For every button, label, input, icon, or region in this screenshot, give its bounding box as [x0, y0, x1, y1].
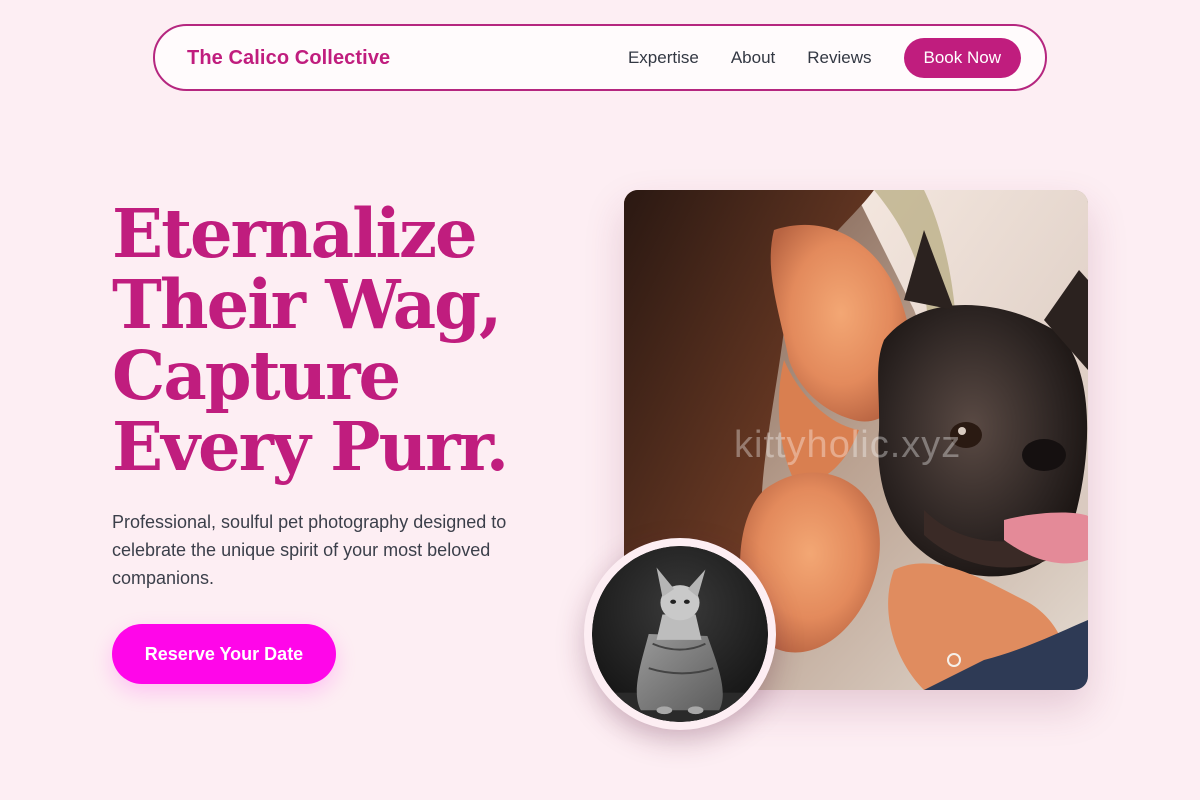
hero-headline: Eternalize Their Wag, Capture Every Purr…	[112, 198, 582, 482]
brand-logo-link[interactable]: The Calico Collective	[187, 47, 390, 70]
inset-photo-sphynx-cat	[584, 538, 776, 730]
hero-subtext: Professional, soulful pet photography de…	[112, 512, 507, 588]
sphynx-cat-illustration	[592, 546, 768, 722]
top-navbar: The Calico Collective Expertise About Re…	[153, 24, 1047, 91]
headline-line: Eternalize	[112, 194, 478, 273]
reserve-date-button[interactable]: Reserve Your Date	[112, 624, 336, 684]
nav-link-about[interactable]: About	[731, 48, 775, 68]
photo-watermark: kittyholic.xyz	[734, 424, 962, 466]
headline-line: Capture	[112, 336, 401, 415]
headline-line: Their Wag,	[112, 265, 502, 344]
nav-links: Expertise About Reviews Book Now	[628, 38, 1021, 78]
inset-photo-frame	[592, 546, 768, 722]
headline-line: Every Purr.	[112, 407, 509, 486]
nav-link-reviews[interactable]: Reviews	[807, 48, 871, 68]
book-now-button[interactable]: Book Now	[903, 38, 1021, 78]
nav-link-expertise[interactable]: Expertise	[628, 48, 699, 68]
